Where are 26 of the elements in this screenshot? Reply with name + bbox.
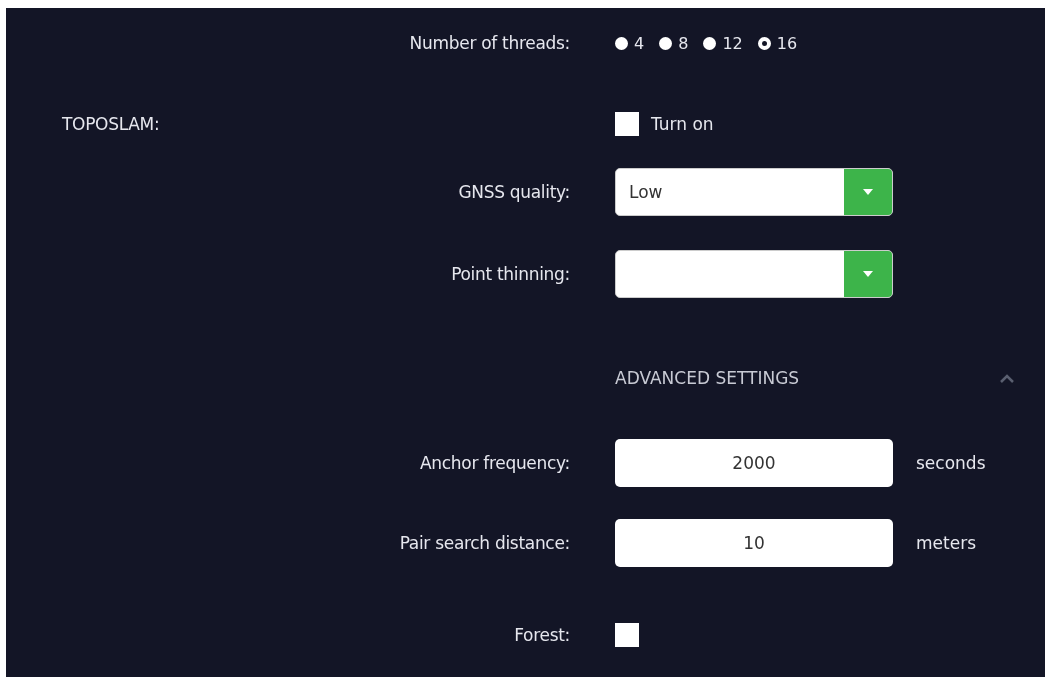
point-thinning-dropdown[interactable]	[615, 250, 893, 298]
forest-label: Forest:	[513, 625, 570, 645]
thread-radio[interactable]: 12	[703, 33, 743, 53]
point-thinning-label: Point thinning:	[450, 264, 570, 284]
radio-icon[interactable]	[615, 36, 628, 50]
unit-label: meters	[916, 533, 976, 553]
pair-search-distance-label: Pair search distance:	[398, 533, 570, 553]
radio-icon[interactable]	[757, 36, 771, 50]
radio-icon[interactable]	[659, 36, 673, 50]
advanced-settings-header[interactable]: ADVANCED SETTINGS	[615, 368, 800, 388]
threads-label: Number of threads:	[408, 33, 570, 53]
unit-label: seconds	[916, 453, 986, 473]
checkbox[interactable]	[615, 112, 639, 136]
checkbox[interactable]	[615, 623, 639, 647]
anchor-frequency-label: Anchor frequency:	[419, 453, 570, 473]
turn-on-label: Turn on	[651, 114, 714, 134]
anchor-frequency-field[interactable]: 2000	[615, 439, 893, 487]
toposlam-label: TOPOSLAM:	[61, 114, 161, 134]
pair-search-distance-field[interactable]: 10	[615, 519, 893, 567]
thread-radio[interactable]: 16	[757, 33, 798, 53]
gnss-quality-label: GNSS quality:	[457, 182, 570, 202]
gnss-quality-dropdown[interactable]: Low	[615, 168, 893, 216]
thread-radio[interactable]: 8	[659, 33, 689, 53]
thread-radio[interactable]: 4	[615, 33, 645, 53]
chevron-icon[interactable]	[999, 373, 1015, 383]
radio-icon[interactable]	[703, 36, 717, 50]
